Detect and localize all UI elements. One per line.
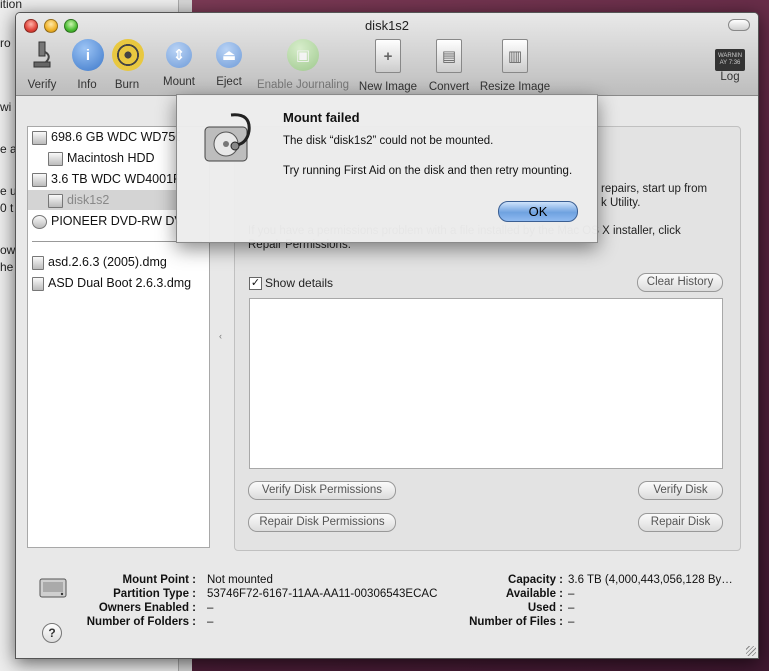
sidebar-item-label: PIONEER DVD-RW DVR… — [51, 214, 178, 228]
mount-point-value: Not mounted — [207, 574, 273, 586]
mount-point-label: Mount Point : — [122, 574, 196, 586]
toolbar: disk1s2 Verify i Info Burn ⇕ Mount ⏏ Eje… — [16, 13, 758, 96]
journal-icon: ▣ — [287, 39, 319, 71]
splitter-handle[interactable]: ‹ — [219, 331, 222, 341]
eject-label: Eject — [216, 76, 242, 88]
enable-journaling-label: Enable Journaling — [256, 79, 350, 91]
enable-journaling-button[interactable]: ▣ Enable Journaling — [255, 39, 351, 91]
number-of-files-label: Number of Files : — [469, 616, 563, 628]
sidebar-item-label: 698.6 GB WDC WD750… — [51, 130, 180, 144]
volume-icon — [48, 193, 63, 208]
toolbar-toggle-button[interactable] — [728, 19, 750, 31]
alert-message: The disk “disk1s2” could not be mounted. — [283, 135, 494, 147]
show-details-checkbox[interactable]: ✓ — [249, 277, 262, 290]
window-title: disk1s2 — [364, 18, 410, 33]
number-of-files-value: – — [568, 616, 575, 628]
hard-disk-icon — [32, 172, 47, 187]
convert-icon: ▤ — [436, 39, 462, 73]
burn-icon — [112, 39, 144, 71]
verify-button[interactable]: Verify — [26, 39, 58, 91]
available-label: Available : — [505, 588, 563, 600]
sidebar-item-disk0[interactable]: 698.6 GB WDC WD750… — [32, 127, 180, 147]
log-label: Log — [720, 71, 740, 83]
info-icon: i — [72, 39, 104, 71]
burn-button[interactable]: Burn — [112, 39, 144, 91]
log-icon: WARNIN AY 7:36 — [715, 49, 745, 71]
info-button[interactable]: i Info — [72, 39, 104, 91]
resize-image-button[interactable]: ▥ Resize Image — [479, 39, 551, 93]
used-value: – — [568, 602, 575, 614]
owners-enabled-label: Owners Enabled : — [98, 602, 196, 614]
log-button[interactable]: WARNIN AY 7:36 Log — [714, 39, 746, 83]
sidebar-item-label: disk1s2 — [67, 193, 110, 207]
first-aid-instructions: repairs, start up from — [601, 183, 708, 195]
capacity-label: Capacity : — [508, 574, 563, 586]
optical-drive-icon — [32, 214, 47, 229]
resize-image-label: Resize Image — [479, 81, 551, 93]
first-aid-instructions: k Utility. — [601, 197, 641, 209]
selected-disk-icon — [38, 573, 68, 603]
clear-history-button[interactable]: Clear History — [637, 273, 723, 292]
sidebar-item-image-2[interactable]: ASD Dual Boot 2.6.3.dmg — [32, 273, 204, 293]
disk-utility-icon — [201, 109, 257, 167]
number-of-folders-value: – — [207, 616, 214, 628]
background-text: 0 t — [0, 201, 14, 215]
volume-icon — [48, 151, 63, 166]
show-details-label: Show details — [265, 276, 334, 290]
new-image-label: New Image — [358, 81, 418, 93]
owners-enabled-value: – — [207, 602, 214, 614]
sidebar-item-label: 3.6 TB WDC WD4001F… — [51, 172, 178, 186]
convert-label: Convert — [428, 81, 470, 93]
sidebar-item-image-1[interactable]: asd.2.6.3 (2005).dmg — [32, 252, 202, 272]
mount-button[interactable]: ⇕ Mount — [162, 39, 196, 88]
details-log — [249, 298, 723, 469]
background-text: ro — [0, 36, 11, 50]
sidebar-item-disk1[interactable]: 3.6 TB WDC WD4001F… — [32, 169, 178, 189]
help-button[interactable]: ? — [42, 623, 62, 643]
eject-icon: ⏏ — [216, 42, 242, 68]
sidebar-item-label: Macintosh HDD — [67, 151, 155, 165]
ok-button[interactable]: OK — [498, 201, 578, 222]
partition-type-label: Partition Type : — [113, 588, 196, 600]
hard-disk-icon — [32, 130, 47, 145]
new-image-button[interactable]: + New Image — [357, 39, 419, 93]
resize-image-icon: ▥ — [502, 39, 528, 73]
disk-image-icon — [32, 255, 44, 270]
alert-title: Mount failed — [283, 110, 360, 125]
repair-disk-button[interactable]: Repair Disk — [638, 513, 723, 532]
info-label: Info — [77, 79, 97, 91]
burn-label: Burn — [114, 79, 140, 91]
resize-grip[interactable] — [746, 646, 756, 656]
alert-informative-text: Try running First Aid on the disk and th… — [283, 165, 573, 177]
verify-disk-permissions-button[interactable]: Verify Disk Permissions — [248, 481, 396, 500]
sidebar-item-dvd[interactable]: PIONEER DVD-RW DVR… — [32, 211, 178, 231]
mount-icon: ⇕ — [166, 42, 192, 68]
microscope-icon — [26, 39, 58, 71]
verify-label: Verify — [27, 79, 57, 91]
mount-label: Mount — [163, 76, 195, 88]
background-text: wi — [0, 100, 12, 114]
sidebar-item-label: ASD Dual Boot 2.6.3.dmg — [48, 276, 192, 290]
repair-disk-permissions-button[interactable]: Repair Disk Permissions — [248, 513, 396, 532]
eject-button[interactable]: ⏏ Eject — [214, 39, 244, 88]
number-of-folders-label: Number of Folders : — [86, 616, 196, 628]
disk-image-icon — [32, 276, 44, 291]
capacity-value: 3.6 TB (4,000,443,056,128 By… — [568, 574, 733, 586]
partition-type-value: 53746F72-6167-11AA-AA11-00306543ECAC — [207, 588, 438, 600]
convert-button[interactable]: ▤ Convert — [426, 39, 472, 93]
background-text: he — [0, 260, 14, 274]
background-text: ition — [0, 0, 23, 11]
verify-disk-button[interactable]: Verify Disk — [638, 481, 723, 500]
sidebar-item-label: asd.2.6.3 (2005).dmg — [48, 255, 167, 269]
used-label: Used : — [527, 602, 563, 614]
new-image-icon: + — [375, 39, 401, 73]
available-value: – — [568, 588, 575, 600]
mount-failed-alert: Mount failed The disk “disk1s2” could no… — [176, 94, 598, 243]
